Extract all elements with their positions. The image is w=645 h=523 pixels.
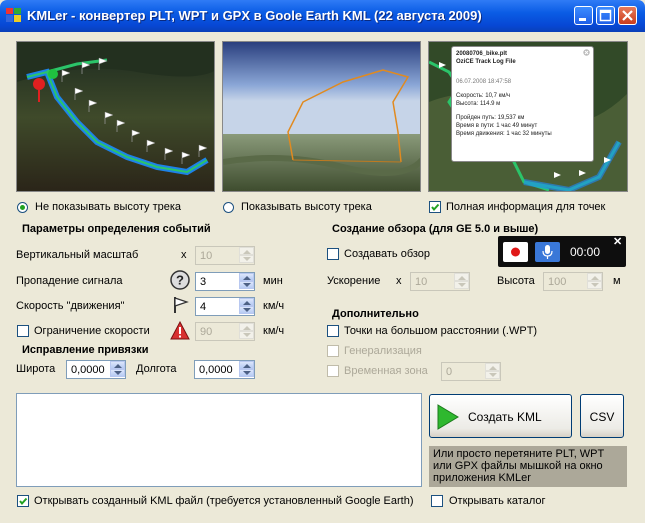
overview-heading: Создание обзора (для GE 5.0 и выше) — [332, 223, 539, 235]
popup-distance: Пройден путь: 19,537 км — [456, 115, 525, 121]
minimize-button[interactable] — [574, 6, 593, 25]
timezone-label: Временная зона — [344, 365, 428, 377]
correction-heading: Исправление привязки — [22, 344, 149, 356]
popup-time-moving: Время движения: 1 час 32 минуты — [456, 131, 552, 137]
speed-limit-unit: км/ч — [263, 325, 285, 337]
latitude-input[interactable]: 0,0000 — [66, 360, 126, 379]
maximize-button[interactable] — [596, 6, 615, 25]
open-folder-label: Открывать каталог — [449, 495, 546, 507]
acceleration-prefix: x — [396, 275, 402, 287]
longitude-label: Долгота — [136, 363, 177, 375]
svg-text:?: ? — [176, 273, 184, 288]
speed-label: Скорость "движения" — [16, 300, 125, 312]
full-info-checkbox[interactable] — [429, 201, 441, 213]
timezone-checkbox[interactable] — [327, 365, 339, 377]
flag-icon — [174, 297, 189, 313]
popup-height: Высота: 114.9 м — [456, 101, 501, 107]
far-points-label: Точки на большом расстоянии (.WPT) — [344, 325, 538, 337]
acceleration-label: Ускорение — [327, 275, 381, 287]
popup-time-total: Время в пути: 1 час 49 минут — [456, 123, 538, 129]
open-kml-checkbox[interactable] — [17, 495, 29, 507]
close-button[interactable] — [618, 6, 637, 25]
window-title: KMLer - конвертер PLT, WPT и GPX в Goole… — [27, 8, 482, 23]
popup-speed: Скорость: 10,7 км/ч — [456, 93, 511, 99]
events-heading: Параметры определения событий — [22, 223, 211, 235]
record-button[interactable] — [503, 242, 528, 262]
app-window: KMLer - конвертер PLT, WPT и GPX в Goole… — [0, 0, 645, 523]
no-height-radio[interactable] — [17, 202, 28, 213]
popup-subtitle: OziCE Track Log File — [456, 59, 516, 65]
create-kml-label: Создать KML — [468, 410, 542, 424]
signal-loss-label: Пропадение сигнала — [16, 275, 123, 287]
play-icon — [437, 404, 459, 430]
height-label: Высота — [497, 275, 535, 287]
generalize-label: Генерализация — [344, 345, 422, 357]
signal-loss-unit: мин — [263, 275, 283, 287]
speed-limit-input[interactable]: 90 — [195, 322, 255, 341]
recorder-widget: 00:00 ✕ — [498, 236, 626, 267]
recorder-time: 00:00 — [570, 245, 601, 259]
app-icon — [6, 8, 21, 22]
acceleration-input[interactable]: 10 — [410, 272, 470, 291]
help-question-icon: ? — [170, 270, 190, 290]
vscale-input[interactable]: 10 — [195, 246, 255, 265]
speed-input[interactable]: 4 — [195, 297, 255, 316]
extra-heading: Дополнительно — [332, 308, 419, 320]
open-kml-label: Открывать созданный KML файл (требуется … — [34, 495, 414, 507]
create-kml-button[interactable]: Создать KML — [429, 394, 572, 438]
generalize-checkbox[interactable] — [327, 345, 339, 357]
speed-limit-checkbox[interactable] — [17, 325, 29, 337]
create-overview-checkbox[interactable] — [327, 248, 339, 260]
vscale-prefix: x — [181, 249, 187, 261]
drag-hint: Или просто перетяните PLT, WPT или GPX ф… — [429, 446, 627, 487]
preview-image-3d — [222, 41, 421, 192]
microphone-icon — [542, 245, 553, 259]
show-height-label: Показывать высоту трека — [241, 201, 372, 213]
log-textarea[interactable] — [16, 393, 422, 487]
recorder-close-icon[interactable]: ✕ — [613, 235, 622, 248]
csv-button[interactable]: CSV — [580, 394, 624, 438]
full-info-label: Полная информация для точек — [446, 201, 606, 213]
no-height-label: Не показывать высоту трека — [35, 201, 182, 213]
vscale-label: Вертикальный масштаб — [16, 249, 139, 261]
microphone-button[interactable] — [535, 242, 560, 262]
preview-image-popup: 20080706_bike.plt OziCE Track Log File 0… — [428, 41, 628, 192]
height-unit: м — [613, 275, 621, 287]
latitude-label: Широта — [16, 363, 56, 375]
signal-loss-input[interactable]: 3 — [195, 272, 255, 291]
speed-limit-label: Ограничение скорости — [34, 325, 150, 337]
height-input[interactable]: 100 — [543, 272, 603, 291]
preview-image-track — [16, 41, 215, 192]
title-bar[interactable]: KMLer - конвертер PLT, WPT и GPX в Goole… — [0, 0, 645, 32]
popup-date: 06.07.2008 18:47:58 — [456, 79, 512, 85]
speed-unit: км/ч — [263, 300, 285, 312]
timezone-input[interactable]: 0 — [441, 362, 501, 381]
popup-close-icon — [583, 49, 590, 56]
create-overview-label: Создавать обзор — [344, 248, 431, 260]
warning-icon — [170, 321, 190, 340]
far-points-checkbox[interactable] — [327, 325, 339, 337]
longitude-input[interactable]: 0,0000 — [194, 360, 255, 379]
csv-label: CSV — [589, 410, 615, 424]
popup-title: 20080706_bike.plt — [456, 51, 508, 57]
open-folder-checkbox[interactable] — [431, 495, 443, 507]
info-popup: 20080706_bike.plt OziCE Track Log File 0… — [451, 46, 594, 162]
show-height-radio[interactable] — [223, 202, 234, 213]
